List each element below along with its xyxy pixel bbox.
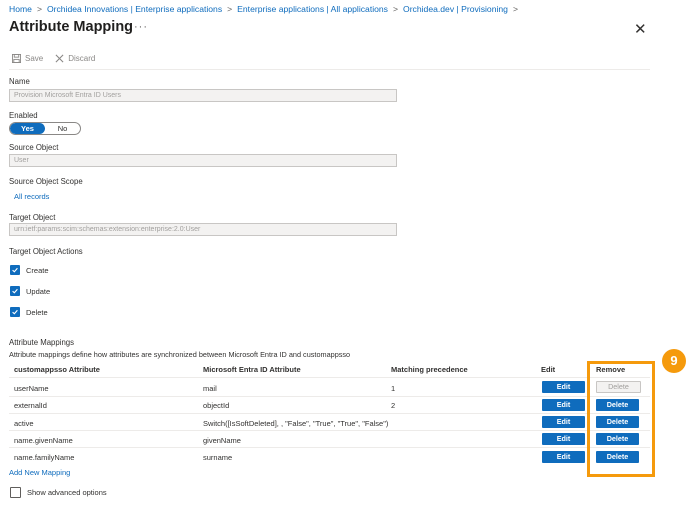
row-divider [9,430,650,431]
update-action-label: Update [26,286,51,296]
cell-target: externalId [14,401,47,410]
save-button[interactable]: Save [12,54,43,63]
name-field[interactable]: Provision Microsoft Entra ID Users [9,89,397,102]
row-divider [9,413,650,414]
show-advanced-label: Show advanced options [27,488,107,497]
edit-button[interactable]: Edit [542,433,585,445]
show-advanced-options[interactable]: Show advanced options [10,487,107,498]
breadcrumb-enterprise-apps[interactable]: Orchidea Innovations | Enterprise applic… [47,4,222,14]
row-divider [9,447,650,448]
source-scope-link[interactable]: All records [14,192,49,201]
cell-source: Switch([IsSoftDeleted], , "False", "True… [203,419,389,428]
discard-button[interactable]: Discard [55,54,95,63]
col-header-precedence: Matching precedence [391,365,468,374]
cell-target: name.familyName [14,453,75,462]
header-divider [9,377,650,378]
breadcrumb-provisioning[interactable]: Orchidea.dev | Provisioning [403,4,508,14]
save-icon [12,54,21,63]
cell-precedence: 2 [391,401,396,410]
create-action-label: Create [26,265,49,275]
step-badge: 9 [662,349,686,373]
mappings-heading: Attribute Mappings [9,338,75,347]
toggle-no[interactable]: No [45,123,80,134]
row-divider [9,396,650,397]
source-object-label: Source Object [9,143,59,152]
remove-column-highlight [587,361,655,477]
enabled-toggle[interactable]: Yes No [9,122,81,135]
source-object-field[interactable]: User [9,154,397,167]
checkbox-unchecked-icon[interactable] [10,487,21,498]
delete-action[interactable]: Delete [10,307,48,317]
cell-source: mail [203,384,217,393]
toolbar: Save Discard [12,54,95,63]
discard-icon [55,54,64,63]
col-header-target: customappsso Attribute [14,365,100,374]
checkbox-checked-icon[interactable] [10,307,20,317]
update-action[interactable]: Update [10,286,50,296]
cell-source: objectId [203,401,230,410]
checkbox-checked-icon[interactable] [10,265,20,275]
edit-button[interactable]: Edit [542,381,585,393]
mappings-description: Attribute mappings define how attributes… [9,350,351,359]
cell-target: active [14,419,34,428]
breadcrumb: Home > Orchidea Innovations | Enterprise a… [9,4,518,14]
more-options-icon[interactable]: ··· [134,21,148,33]
col-header-edit: Edit [541,365,556,374]
discard-label: Discard [68,54,96,63]
enabled-label: Enabled [9,111,38,120]
page-title: Attribute Mapping [9,19,134,35]
edit-button[interactable]: Edit [542,399,585,411]
add-new-mapping-link[interactable]: Add New Mapping [9,468,70,477]
breadcrumb-all-applications[interactable]: Enterprise applications | All applicatio… [237,4,388,14]
edit-button[interactable]: Edit [542,451,585,463]
target-object-label: Target Object [9,213,56,222]
toggle-yes[interactable]: Yes [10,123,45,134]
cell-source: surname [203,453,233,462]
cell-target: userName [14,384,49,393]
edit-button[interactable]: Edit [542,416,585,428]
toolbar-divider [9,69,650,70]
save-label: Save [25,54,44,63]
close-icon[interactable]: ✕ [634,20,647,38]
target-actions-label: Target Object Actions [9,247,83,256]
cell-source: givenName [203,436,241,445]
target-object-field[interactable]: urn:ietf:params:scim:schemas:extension:e… [9,223,397,236]
source-scope-label: Source Object Scope [9,177,83,186]
checkbox-checked-icon[interactable] [10,286,20,296]
name-label: Name [9,77,30,86]
cell-target: name.givenName [14,436,73,445]
cell-precedence: 1 [391,384,396,393]
create-action[interactable]: Create [10,265,49,275]
breadcrumb-home[interactable]: Home [9,4,32,14]
col-header-source: Microsoft Entra ID Attribute [203,365,301,374]
delete-action-label: Delete [26,307,48,317]
